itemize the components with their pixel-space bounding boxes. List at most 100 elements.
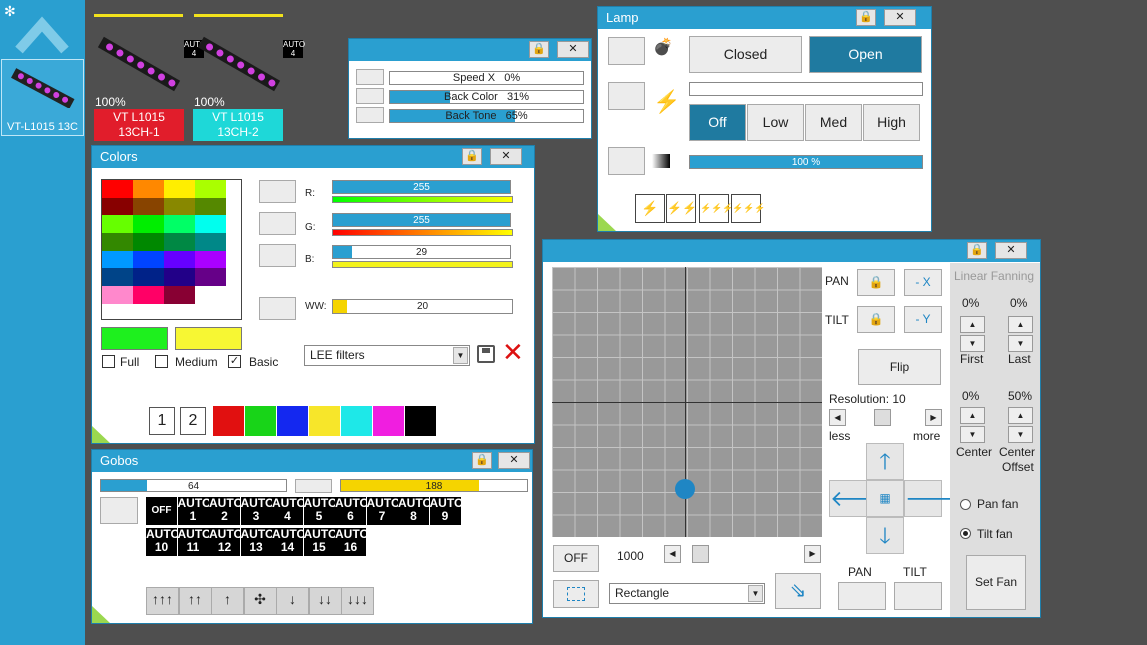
position-marker[interactable] <box>675 479 695 499</box>
tilt-fan-radio[interactable] <box>960 528 971 539</box>
palette-swatch[interactable] <box>195 215 226 234</box>
preset-2[interactable]: 2 <box>180 407 206 435</box>
lock-icon[interactable]: 🔒 <box>967 242 987 259</box>
palette-swatch[interactable] <box>133 268 164 287</box>
add-corner-icon[interactable] <box>92 426 110 443</box>
palette-swatch[interactable] <box>102 268 133 287</box>
speed-right-icon[interactable]: ▶ <box>804 545 821 563</box>
palette-swatch[interactable] <box>102 286 133 304</box>
speed-slider[interactable]: ◀ ▶ <box>664 545 821 563</box>
gobo-rotation-arrow-icon[interactable]: ↑↑↑ <box>146 587 179 615</box>
offset-up-icon[interactable]: ▲ <box>1008 407 1033 424</box>
color-preset-swatch[interactable] <box>405 406 436 436</box>
pan-value-button[interactable] <box>838 582 886 610</box>
preset-1[interactable]: 1 <box>149 407 175 435</box>
speed-left-icon[interactable]: ◀ <box>664 545 681 563</box>
palette-swatch[interactable] <box>164 197 195 216</box>
back-tone-slider[interactable]: Back Tone 65% <box>389 109 584 123</box>
palette-swatch[interactable] <box>195 233 226 251</box>
palette-swatch[interactable] <box>102 215 133 234</box>
settings-gear-icon[interactable]: ✻ <box>4 3 16 20</box>
palette-swatch[interactable] <box>164 268 195 287</box>
resolution-slider[interactable]: ◀ ▶ <box>829 409 942 426</box>
palette-swatch[interactable] <box>195 286 226 304</box>
medium-checkbox[interactable] <box>155 355 168 368</box>
color-preset-swatch[interactable] <box>245 406 276 436</box>
lock-icon[interactable]: 🔒 <box>472 452 492 469</box>
close-button[interactable]: ✕ <box>557 41 589 58</box>
strobe-med-button[interactable]: Med <box>805 104 862 141</box>
arrow-right-icon[interactable]: 🡒 <box>904 480 964 517</box>
speed-thumb[interactable] <box>692 545 709 563</box>
dimmer-slider[interactable]: 100 % <box>689 155 923 169</box>
lock-icon[interactable]: 🔒 <box>462 148 482 165</box>
gobo-off[interactable]: OFF <box>146 497 177 525</box>
ww-slider[interactable]: 20 <box>332 299 513 314</box>
gobo-rotation-arrow-icon[interactable]: ↓↓ <box>308 587 342 615</box>
palette-swatch[interactable] <box>133 180 164 198</box>
fixture-tile[interactable]: VT-L1015 13C <box>1 59 84 136</box>
arrow-left-icon[interactable]: 🡐 <box>829 480 889 517</box>
center-icon[interactable]: ▦ <box>866 480 904 517</box>
green-slider[interactable]: 255 <box>332 213 511 227</box>
palette-swatch[interactable] <box>195 250 226 269</box>
gobo-mid-button[interactable] <box>295 479 332 493</box>
gobo-item[interactable]: AUTO 15 <box>303 528 337 556</box>
strobe-off-button[interactable]: Off <box>689 104 746 141</box>
gobo-rotation-arrow-icon[interactable]: ↓↓↓ <box>341 587 374 615</box>
gobo-item[interactable]: AUTO 1 <box>177 497 211 525</box>
gobo-item[interactable]: AUTO 7 <box>366 497 400 525</box>
color-preset-swatch[interactable] <box>309 406 340 436</box>
first-down-icon[interactable]: ▼ <box>960 335 985 352</box>
minus-x-button[interactable]: - X <box>904 269 942 296</box>
strobe-low-button[interactable]: Low <box>747 104 804 141</box>
gobo-item[interactable]: AUTO 2 <box>209 497 243 525</box>
basic-checkbox[interactable]: ✓ <box>228 355 241 368</box>
shutter-button[interactable] <box>608 37 645 65</box>
palette-swatch[interactable] <box>195 197 226 216</box>
green-button[interactable] <box>259 212 296 235</box>
strobe-1-icon[interactable]: ⚡ <box>635 194 665 223</box>
arrow-up-icon[interactable]: 🡑 <box>866 443 904 480</box>
strobe-bar[interactable] <box>689 82 923 96</box>
strobe-2-icon[interactable]: ⚡⚡ <box>666 194 697 223</box>
gobo-item[interactable]: AUTO 11 <box>177 528 211 556</box>
close-button[interactable]: ✕ <box>490 148 522 165</box>
gobo-item[interactable]: AUTO 8 <box>398 497 432 525</box>
gobo-item[interactable]: AUTO 3 <box>240 497 274 525</box>
pan-lock-button[interactable]: 🔒 <box>857 269 895 296</box>
selected-color-a[interactable] <box>101 327 168 350</box>
tilt-lock-button[interactable]: 🔒 <box>857 306 895 333</box>
gobo-item[interactable]: AUTO 5 <box>303 497 337 525</box>
gobo-item[interactable]: AUTO 14 <box>272 528 306 556</box>
red-slider[interactable]: 255 <box>332 180 511 194</box>
flip-button[interactable]: Flip <box>858 349 941 385</box>
last-up-icon[interactable]: ▲ <box>1008 316 1033 333</box>
dimmer-button[interactable] <box>608 147 645 175</box>
palette-swatch[interactable] <box>164 215 195 234</box>
tilt-value-button[interactable] <box>894 582 942 610</box>
swap-button[interactable]: ⇘ <box>775 573 821 609</box>
delete-icon[interactable]: ✕ <box>502 339 524 365</box>
minus-y-button[interactable]: - Y <box>904 306 942 333</box>
palette-swatch[interactable] <box>102 197 133 216</box>
gobo-item[interactable]: AUTO 4 <box>272 497 306 525</box>
palette-swatch[interactable] <box>195 180 226 198</box>
strobe-3-icon[interactable]: ⚡⚡⚡ <box>699 194 734 223</box>
strobe-random-icon[interactable]: ⚡⚡⚡ <box>731 194 766 223</box>
palette-swatch[interactable] <box>133 197 164 216</box>
gobo-item[interactable]: AUTO 10 <box>146 528 180 556</box>
effect-speed-button[interactable] <box>356 69 384 85</box>
arrow-down-icon[interactable]: 🡓 <box>866 517 904 554</box>
palette-swatch[interactable] <box>133 250 164 269</box>
gobo-item[interactable]: AUTO 12 <box>209 528 243 556</box>
resolution-right-icon[interactable]: ▶ <box>925 409 942 426</box>
strobe-button[interactable] <box>608 82 645 110</box>
fixture-2[interactable]: AUTO 4 100% VT L1015 13CH-2 <box>193 14 305 142</box>
palette-swatch[interactable] <box>164 233 195 251</box>
palette-swatch[interactable] <box>164 286 195 304</box>
gobo-rotation-arrow-icon[interactable]: ↑ <box>211 587 244 615</box>
home-chevron-icon[interactable] <box>15 10 69 54</box>
gobo-rotation-arrow-icon[interactable]: ✣ <box>243 587 277 615</box>
gobo-wheel1-slider[interactable]: 64 <box>100 479 287 492</box>
